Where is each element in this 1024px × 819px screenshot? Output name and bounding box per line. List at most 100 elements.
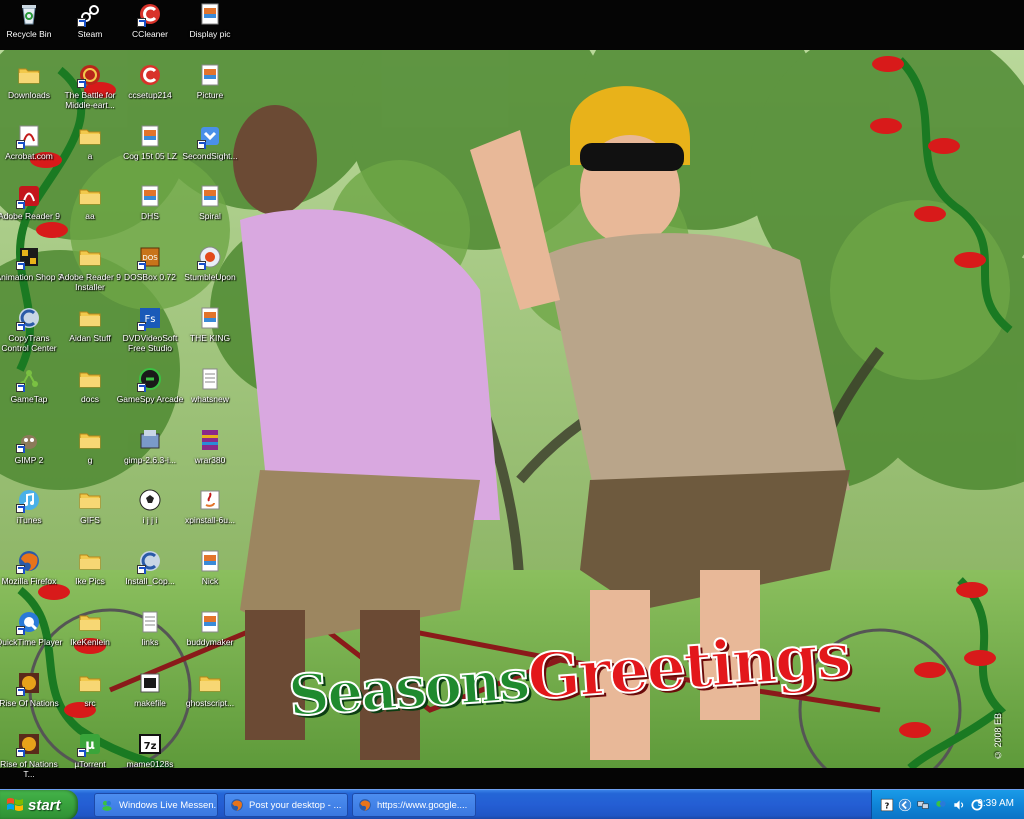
desktop-icon[interactable]: src — [61, 671, 119, 729]
desktop-icon-label: Display pic — [189, 29, 231, 39]
svg-text:Fs: Fs — [145, 314, 156, 325]
soccer-ball-icon — [138, 488, 162, 512]
desktop-icon[interactable]: a — [61, 124, 119, 182]
shortcut-arrow-icon — [16, 382, 25, 392]
msn-icon[interactable] — [934, 798, 948, 812]
folder-icon — [78, 610, 102, 634]
acrobat-com-icon — [16, 124, 41, 149]
taskbar[interactable]: start Windows Live Messen... Post your de… — [0, 789, 1024, 819]
desktop-icon[interactable]: buddymaker — [181, 610, 239, 668]
system-tray[interactable]: ? 9:39 AM — [871, 790, 1024, 819]
desktop-icon[interactable]: CopyTrans Control Center — [0, 306, 58, 364]
image-file-icon — [198, 184, 222, 208]
rise-of-nations-icon — [16, 671, 41, 696]
shortcut-arrow-icon — [77, 747, 86, 757]
desktop-icon[interactable]: Install_Cop... — [121, 549, 179, 607]
desktop-icon[interactable]: xpinstall-6u... — [181, 488, 239, 546]
desktop-icon[interactable]: Ike Pics — [61, 549, 119, 607]
winrar-icon — [198, 428, 222, 452]
desktop-icon[interactable]: Acrobat.com — [0, 124, 58, 182]
help-icon[interactable]: ? — [880, 798, 894, 812]
firefox-icon — [230, 798, 244, 812]
desktop-icon[interactable]: gimp-2.6.3-i... — [121, 428, 179, 486]
taskbar-button[interactable]: https://www.google.... — [352, 793, 476, 817]
text-file-icon — [198, 367, 222, 391]
desktop-icon[interactable]: iTunes — [0, 488, 58, 546]
desktop-icon[interactable]: Picture — [181, 63, 239, 121]
steam-icon — [77, 2, 102, 27]
svg-text:µ: µ — [85, 738, 95, 753]
desktop-icon[interactable]: Steam — [61, 2, 119, 60]
lotr-game-icon — [77, 63, 102, 88]
image-file-icon — [198, 63, 222, 87]
desktop-icon[interactable]: Nick — [181, 549, 239, 607]
desktop-icon[interactable]: Rise Of Nations — [0, 671, 59, 729]
desktop-icon[interactable]: SecondSight... — [181, 124, 239, 182]
desktop-icon[interactable]: Display pic — [181, 2, 239, 60]
desktop-icon[interactable]: IkeKenlein — [61, 610, 119, 668]
start-button[interactable]: start — [0, 790, 78, 819]
desktop-icon[interactable]: Recycle Bin — [0, 2, 58, 60]
desktop-icon[interactable]: The Battle for Middle-eart... — [61, 63, 119, 121]
desktop-icon[interactable]: Adobe Reader 9 — [0, 184, 60, 242]
taskbar-button[interactable]: Windows Live Messen... — [94, 793, 218, 817]
desktop-icon-label: Spiral — [199, 211, 221, 222]
quicktime-icon — [16, 610, 41, 635]
desktop[interactable]: SeasonsGreetings © 2008 EB Recycle Bin St… — [0, 0, 1024, 789]
folder-icon — [198, 671, 222, 695]
desktop-icon-label: StumbleUpon — [184, 272, 236, 283]
desktop-icon[interactable]: µ µTorrent — [61, 732, 119, 789]
desktop-icon[interactable]: DHS — [121, 184, 179, 242]
desktop-icon[interactable]: Cog 15t 05 LZ — [121, 124, 179, 182]
desktop-icon[interactable]: makefile — [121, 671, 179, 729]
desktop-icon[interactable]: GIMP 2 — [0, 428, 58, 486]
desktop-icon[interactable]: 7z mame0128s — [121, 732, 179, 789]
desktop-icon[interactable]: GIFS — [61, 488, 119, 546]
desktop-icon[interactable]: QuickTime Player — [0, 610, 62, 668]
desktop-icon[interactable]: docs — [61, 367, 119, 425]
desktop-icon[interactable]: wrar380 — [181, 428, 239, 486]
desktop-icon[interactable]: CCleaner — [121, 2, 179, 60]
desktop-icon[interactable]: Rise of Nations T... — [0, 732, 58, 789]
shortcut-arrow-icon — [16, 322, 25, 331]
desktop-icon[interactable]: aa — [61, 184, 119, 242]
shortcut-arrow-icon — [16, 443, 25, 453]
desktop-icon[interactable]: ccsetup214 — [121, 63, 179, 121]
desktop-icon[interactable]: Animation Shop 3 — [0, 245, 63, 303]
volume-icon[interactable] — [952, 798, 966, 812]
shortcut-arrow-icon — [137, 322, 146, 331]
desktop-icon[interactable]: Adobe Reader 9 Installer — [59, 245, 121, 303]
desktop-icon[interactable]: GameTap — [0, 367, 58, 425]
recycle-bin-icon — [17, 2, 41, 26]
folder-icon — [78, 306, 102, 330]
shortcut-arrow-icon — [137, 261, 146, 271]
desktop-icon[interactable]: Fs DVDVideoSoft Free Studio — [121, 306, 179, 364]
desktop-icon[interactable]: g — [61, 428, 119, 486]
desktop-icon[interactable]: StumbleUpon — [181, 245, 239, 303]
network-icon[interactable] — [916, 798, 930, 812]
desktop-icon[interactable]: i j j i — [121, 488, 179, 546]
desktop-icon[interactable]: THE KING — [181, 306, 239, 364]
desktop-icon[interactable]: Spiral — [181, 184, 239, 242]
desktop-icon[interactable]: ghostscript... — [181, 671, 239, 729]
svg-text:?: ? — [885, 801, 890, 811]
ccleaner-icon — [137, 2, 162, 27]
desktop-icon[interactable]: Downloads — [0, 63, 58, 121]
desktop-icon-label: mame0128s — [126, 758, 174, 769]
taskbar-button[interactable]: Post your desktop - ... — [224, 793, 348, 817]
desktop-icon[interactable]: Aidan Stuff — [61, 306, 119, 364]
taskbar-button-label: Windows Live Messen... — [119, 799, 218, 811]
desktop-icon[interactable]: GameSpy Arcade — [117, 367, 183, 425]
copytrans-icon — [16, 306, 41, 331]
desktop-icon[interactable]: links — [121, 610, 179, 668]
7zip-icon: 7z — [138, 732, 162, 756]
chevron-left-icon[interactable] — [898, 798, 912, 812]
image-file-icon — [138, 124, 162, 148]
start-label: start — [28, 796, 61, 814]
desktop-icon[interactable]: DOS DOSBox 0.72 — [121, 245, 179, 303]
stumbleupon-icon — [197, 245, 222, 271]
desktop-icon[interactable]: whatsnew — [181, 367, 239, 425]
folder-icon — [78, 184, 102, 208]
clock[interactable]: 9:39 AM — [977, 798, 1014, 809]
desktop-icon[interactable]: Mozilla Firefox — [0, 549, 58, 607]
